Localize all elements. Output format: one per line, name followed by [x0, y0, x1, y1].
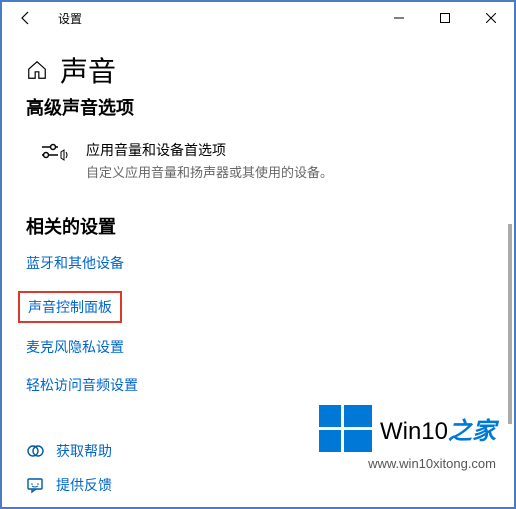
arrow-left-icon — [18, 10, 34, 26]
minimize-icon — [394, 13, 404, 23]
sliders-icon — [38, 140, 70, 181]
scrollbar-thumb[interactable] — [508, 224, 512, 424]
page-header: 声音 — [26, 50, 490, 90]
minimize-button[interactable] — [376, 2, 422, 34]
close-button[interactable] — [468, 2, 514, 34]
page-title: 声音 — [60, 50, 116, 90]
window-title: 设置 — [58, 10, 82, 27]
link-microphone-privacy[interactable]: 麦克风隐私设置 — [26, 337, 490, 357]
content-area: 声音 高级声音选项 应用音量和设备首选项 自定义应用音量和扬声器或其使用的设备。… — [2, 34, 514, 507]
maximize-button[interactable] — [422, 2, 468, 34]
option-desc: 自定义应用音量和扬声器或其使用的设备。 — [86, 162, 490, 181]
feedback-label: 提供反馈 — [56, 475, 112, 495]
window-controls — [376, 2, 514, 34]
feedback-link[interactable]: 提供反馈 — [26, 475, 490, 495]
link-ease-of-access-audio[interactable]: 轻松访问音频设置 — [26, 375, 490, 395]
back-button[interactable] — [10, 2, 42, 34]
get-help-label: 获取帮助 — [56, 441, 112, 461]
get-help-link[interactable]: 获取帮助 — [26, 441, 490, 461]
link-bluetooth-devices[interactable]: 蓝牙和其他设备 — [26, 253, 490, 273]
titlebar: 设置 — [2, 2, 514, 34]
feedback-icon — [26, 476, 44, 494]
related-settings-heading: 相关的设置 — [26, 213, 490, 239]
advanced-section-heading: 高级声音选项 — [26, 94, 490, 116]
maximize-icon — [440, 13, 450, 23]
link-sound-control-panel[interactable]: 声音控制面板 — [18, 291, 122, 323]
app-volume-option[interactable]: 应用音量和设备首选项 自定义应用音量和扬声器或其使用的设备。 — [38, 132, 490, 189]
option-title: 应用音量和设备首选项 — [86, 140, 490, 160]
close-icon — [486, 13, 496, 23]
home-icon — [26, 59, 48, 81]
option-text: 应用音量和设备首选项 自定义应用音量和扬声器或其使用的设备。 — [86, 140, 490, 181]
titlebar-left: 设置 — [10, 2, 82, 34]
help-icon — [26, 442, 44, 460]
